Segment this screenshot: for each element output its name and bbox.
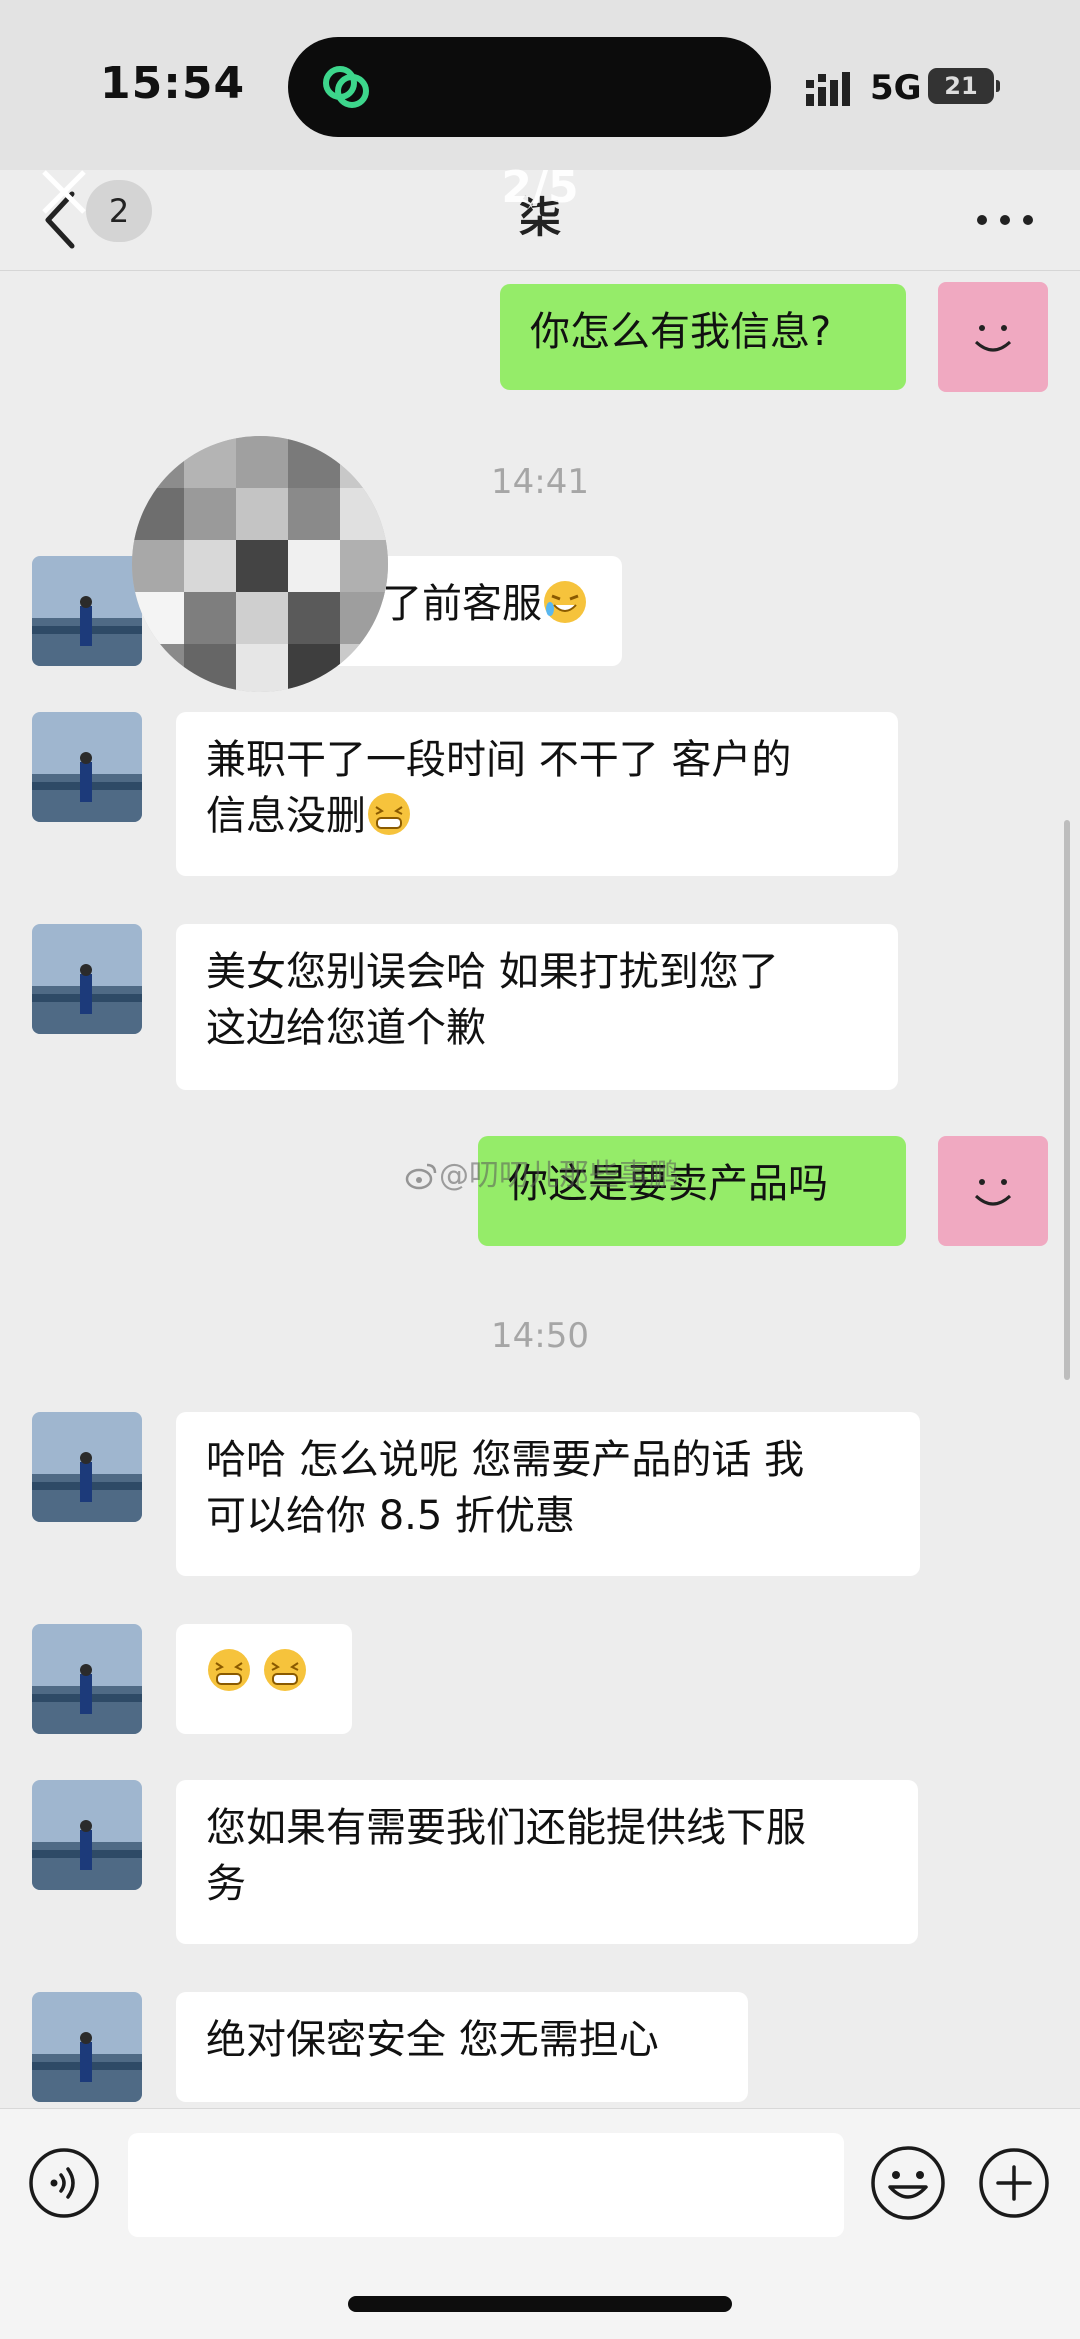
scrollbar[interactable] — [1064, 820, 1070, 1380]
avatar-photo — [32, 712, 142, 822]
voice-icon[interactable] — [28, 2147, 100, 2219]
contact-avatar[interactable] — [32, 1624, 142, 1734]
page-indicator: 2/5 — [501, 162, 579, 213]
dynamic-island — [288, 37, 771, 137]
message-text: 绝对保密安全 您无需担心 — [206, 2017, 659, 2063]
smiley-avatar-icon — [974, 1179, 1012, 1206]
clock: 15:54 — [100, 58, 246, 109]
avatar-photo — [32, 1992, 142, 2102]
self-avatar[interactable] — [938, 282, 1048, 392]
mosaic-blur-overlay — [132, 436, 388, 692]
message-text-line: 务 — [206, 1861, 246, 1907]
more-icon[interactable] — [970, 200, 1040, 240]
cry-laugh-emoji-icon — [544, 581, 586, 623]
contact-avatar[interactable] — [32, 712, 142, 822]
contact-avatar[interactable] — [32, 1992, 142, 2102]
network-type: 5G — [870, 68, 922, 108]
avatar-photo — [32, 924, 142, 1034]
contact-avatar[interactable] — [32, 924, 142, 1034]
contact-avatar[interactable] — [32, 1412, 142, 1522]
battery-icon: 21 — [928, 68, 994, 104]
home-indicator[interactable] — [348, 2296, 732, 2312]
chat-header: 2 柒 2/5 — [0, 162, 1080, 271]
message-bubble-incoming[interactable]: 美女您别误会哈 如果打扰到您了 这边给您道个歉 — [176, 924, 898, 1090]
grin-emoji-icon — [208, 1649, 250, 1691]
signal-icon — [806, 72, 850, 106]
message-bubble-incoming[interactable]: 兼职干了一段时间 不干了 客户的 信息没删 — [176, 712, 898, 876]
message-text: 你怎么有我信息? — [530, 309, 832, 355]
emoji-icon[interactable] — [868, 2143, 948, 2223]
smiley-avatar-icon — [974, 325, 1012, 352]
avatar-photo — [32, 1780, 142, 1890]
message-text-line: 这边给您道个歉 — [206, 1005, 486, 1051]
avatar-photo — [32, 1624, 142, 1734]
message-bubble-incoming[interactable]: 哈哈 怎么说呢 您需要产品的话 我 可以给你 8.5 折优惠 — [176, 1412, 920, 1576]
battery-tip — [996, 80, 1000, 92]
contact-avatar[interactable] — [32, 1780, 142, 1890]
message-text-line: 您如果有需要我们还能提供线下服 — [206, 1805, 806, 1851]
message-bubble-incoming[interactable]: 您如果有需要我们还能提供线下服 务 — [176, 1780, 918, 1944]
message-text-line: 哈哈 怎么说呢 您需要产品的话 我 — [206, 1437, 805, 1483]
message-bubble-incoming[interactable] — [176, 1624, 352, 1734]
watermark: @叨叨儿那些事鹏 — [405, 1150, 679, 1194]
message-text-line: 兼职干了一段时间 不干了 客户的 — [206, 737, 792, 783]
message-bubble-incoming[interactable]: 绝对保密安全 您无需担心 — [176, 1992, 748, 2102]
status-bar: 15:54 5G 21 — [0, 0, 1080, 170]
message-text-line: 美女您别误会哈 如果打扰到您了 — [206, 949, 779, 995]
plus-icon[interactable] — [978, 2147, 1050, 2219]
message-input[interactable] — [128, 2133, 844, 2237]
message-bubble-outgoing[interactable]: 你怎么有我信息? — [500, 284, 906, 390]
message-text-line: 可以给你 8.5 折优惠 — [206, 1493, 576, 1539]
grin-emoji-icon — [368, 793, 410, 835]
link-app-icon — [323, 66, 369, 108]
avatar-photo — [32, 1412, 142, 1522]
grin-emoji-icon — [264, 1649, 306, 1691]
weibo-icon — [405, 1163, 437, 1190]
message-text-line: 信息没删 — [206, 793, 366, 839]
contact-avatar[interactable] — [32, 556, 142, 666]
avatar-photo — [32, 556, 142, 666]
self-avatar[interactable] — [938, 1136, 1048, 1246]
watermark-text: @叨叨儿那些事鹏 — [439, 1158, 679, 1193]
timestamp: 14:50 — [491, 1316, 589, 1356]
